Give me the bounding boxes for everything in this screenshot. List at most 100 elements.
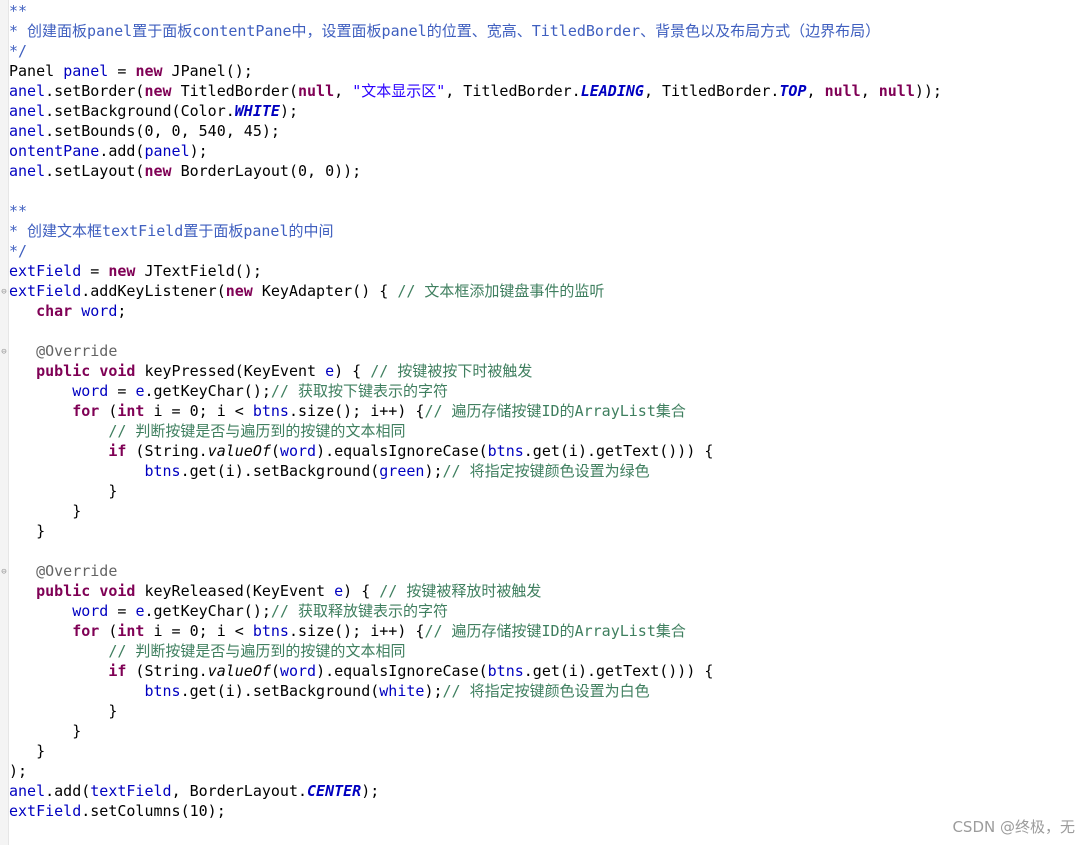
code-token: .setBounds(0, 0, 540, 45);	[45, 122, 280, 140]
code-token: .setBackground(Color.	[45, 102, 235, 120]
code-token: =	[81, 262, 109, 280]
code-token: );	[424, 462, 443, 480]
code-token: // 遍历存储按键ID的ArrayList集合	[424, 622, 686, 640]
code-token: ontentPane	[9, 142, 100, 160]
code-line: word = e.getKeyChar();// 获取释放键表示的字符	[9, 601, 942, 621]
code-token: anel	[9, 782, 46, 800]
code-token: null	[878, 82, 915, 100]
code-token: ) {	[334, 362, 371, 380]
code-token: word	[81, 302, 118, 320]
code-token: for	[72, 622, 100, 640]
code-token: // 将指定按键颜色设置为白色	[442, 682, 650, 700]
code-token: public	[36, 362, 91, 380]
code-token: );	[9, 762, 28, 780]
fold-toggle-icon[interactable]: ⊖	[0, 282, 8, 302]
code-line: }	[9, 701, 942, 721]
code-line: Panel panel = new JPanel();	[9, 61, 942, 81]
code-token: panel	[144, 142, 190, 160]
code-token: **	[9, 2, 28, 20]
code-token: }	[9, 702, 118, 720]
code-line: ontentPane.add(panel);	[9, 141, 942, 161]
code-token: anel	[9, 102, 46, 120]
code-token: (	[99, 622, 118, 640]
code-token: ,	[334, 82, 353, 100]
code-token: JTextField();	[135, 262, 262, 280]
code-token: =	[108, 62, 136, 80]
code-line: for (int i = 0; i < btns.size(); i++) {/…	[9, 621, 942, 641]
code-token: =	[108, 382, 136, 400]
code-line: **	[9, 201, 942, 221]
code-line: if (String.valueOf(word).equalsIgnoreCas…	[9, 661, 942, 681]
code-token: // 按键被释放时被触发	[379, 582, 542, 600]
code-token: ).equalsIgnoreCase(	[316, 662, 488, 680]
code-line: if (String.valueOf(word).equalsIgnoreCas…	[9, 441, 942, 461]
code-token: null	[824, 82, 861, 100]
code-token: // 将指定按键颜色设置为绿色	[442, 462, 650, 480]
code-token: (String.	[126, 442, 208, 460]
code-token: e	[334, 582, 344, 600]
code-token: for	[72, 402, 100, 420]
code-token: anel	[9, 162, 46, 180]
code-line: );	[9, 761, 942, 781]
code-token: **	[9, 202, 28, 220]
code-token: ,	[806, 82, 825, 100]
code-token: */	[9, 242, 28, 260]
code-line: }	[9, 501, 942, 521]
code-token: .add(	[99, 142, 145, 160]
code-line: */	[9, 41, 942, 61]
code-token: panel	[63, 62, 109, 80]
code-line: for (int i = 0; i < btns.size(); i++) {/…	[9, 401, 942, 421]
code-editor[interactable]: ⊖ ⊖ ⊖ ** * 创建面板panel置于面板contentPane中，设置面板…	[0, 0, 1089, 845]
code-token: // 遍历存储按键ID的ArrayList集合	[424, 402, 686, 420]
code-line: * 创建面板panel置于面板contentPane中，设置面板panel的位置…	[9, 21, 942, 41]
code-token: void	[99, 362, 136, 380]
code-token: , TitledBorder.	[445, 82, 581, 100]
code-line: // 判断按键是否与遍历到的按键的文本相同	[9, 641, 942, 661]
code-token: LEADING	[580, 82, 644, 100]
code-token: valueOf	[207, 662, 271, 680]
code-line: }	[9, 521, 942, 541]
code-token: }	[9, 502, 82, 520]
code-token: );	[361, 782, 380, 800]
code-token: .get(i).getText())) {	[523, 662, 714, 680]
code-token: public	[36, 582, 91, 600]
fold-toggle-icon[interactable]: ⊖	[0, 562, 8, 582]
code-token: .get(i).setBackground(	[180, 462, 380, 480]
code-token: .size(); i++) {	[288, 402, 425, 420]
code-token: WHITE	[234, 102, 280, 120]
code-token: word	[72, 382, 109, 400]
code-line: public void keyReleased(KeyEvent e) { //…	[9, 581, 942, 601]
code-text[interactable]: ** * 创建面板panel置于面板contentPane中，设置面板panel的…	[9, 1, 942, 821]
code-token: .get(i).setBackground(	[180, 682, 380, 700]
code-token: .add(	[45, 782, 91, 800]
code-token: KeyAdapter() {	[252, 282, 398, 300]
code-token: TOP	[779, 82, 807, 100]
code-token: */	[9, 42, 28, 60]
code-line: extField.setColumns(10);	[9, 801, 942, 821]
code-token: JPanel();	[162, 62, 253, 80]
fold-toggle-icon[interactable]: ⊖	[0, 342, 8, 362]
code-line: */	[9, 241, 942, 261]
code-token: .get(i).getText())) {	[523, 442, 714, 460]
code-line: // 判断按键是否与遍历到的按键的文本相同	[9, 421, 942, 441]
code-token: .getKeyChar();	[144, 382, 271, 400]
code-token: new	[108, 262, 136, 280]
code-token: Panel	[9, 62, 64, 80]
code-token: }	[9, 522, 46, 540]
code-token: );	[189, 142, 208, 160]
code-token: (	[99, 402, 118, 420]
code-token: word	[72, 602, 109, 620]
code-token: e	[325, 362, 335, 380]
